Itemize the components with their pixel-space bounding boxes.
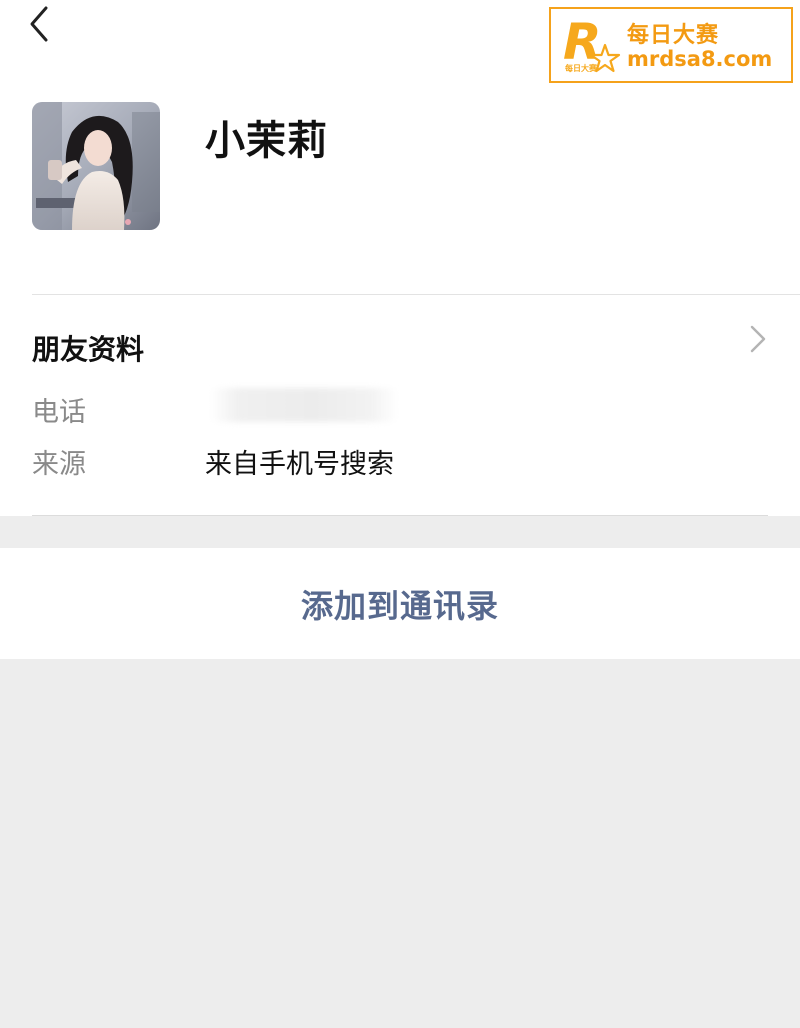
watermark-url: mrdsa8.com [627,47,773,71]
chevron-right-icon [750,325,766,353]
svg-text:每日大赛: 每日大赛 [565,63,598,73]
watermark: R 每日大赛 每日大赛 mrdsa8.com [549,7,793,83]
divider [32,515,768,516]
source-value: 来自手机号搜索 [205,449,394,480]
back-button[interactable] [22,4,58,44]
watermark-logo: R 每日大赛 [563,15,621,73]
divider [32,294,800,295]
svg-text:R: R [563,15,602,71]
friend-info-chevron[interactable] [744,322,770,356]
watermark-cn-text: 每日大赛 [627,23,720,48]
friend-info-title[interactable]: 朋友资料 [32,328,144,368]
profile-name: 小茉莉 [205,118,328,164]
phone-value-redacted [210,388,398,422]
avatar-photo [32,102,160,230]
source-label: 来源 [32,449,86,480]
add-to-contacts-button[interactable]: 添加到通讯录 [0,548,800,659]
profile-card: R 每日大赛 每日大赛 mrdsa8.com 小茉莉 朋友资料 电话 来源 来自… [0,0,800,516]
avatar[interactable] [32,102,160,230]
phone-label: 电话 [32,397,86,428]
chevron-left-icon [30,6,48,42]
friend-profile-page: R 每日大赛 每日大赛 mrdsa8.com 小茉莉 朋友资料 电话 来源 来自… [0,0,800,1028]
add-to-contacts-label: 添加到通讯录 [300,586,499,625]
